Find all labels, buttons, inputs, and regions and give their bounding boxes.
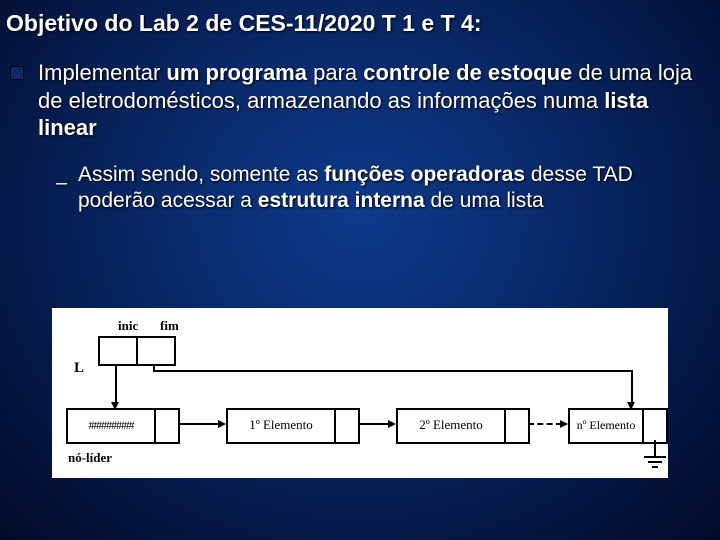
t: controle de estoque — [363, 60, 572, 85]
ground-icon — [644, 456, 666, 458]
label-fim: fim — [160, 318, 179, 334]
t: um programa — [166, 60, 307, 85]
arrow-head-right-icon — [388, 420, 396, 428]
t: Implementar — [38, 60, 166, 85]
node-n-ptr — [644, 410, 666, 442]
label-inic: inic — [118, 318, 138, 334]
leader-data: ######### — [68, 410, 156, 442]
t: para — [307, 60, 363, 85]
node-1-data: 1º Elemento — [228, 410, 336, 442]
arrow-line — [358, 423, 390, 425]
t: funções operadoras — [324, 163, 525, 186]
header-box-inic — [98, 336, 138, 366]
node-leader: ######### — [66, 408, 180, 444]
node-1: 1º Elemento — [226, 408, 360, 444]
square-bullet-icon — [10, 66, 24, 80]
arrow-line — [631, 370, 633, 404]
sub-bullet-text-1: Assim sendo, somente as funções operador… — [78, 162, 700, 215]
dashed-line — [528, 423, 562, 425]
bullet-item-1-sub-1: – Assim sendo, somente as funções operad… — [0, 142, 720, 215]
ground-icon — [648, 461, 662, 463]
arrow-line — [178, 423, 220, 425]
t: de uma lista — [425, 189, 544, 212]
arrow-head-right-icon — [560, 420, 568, 428]
node-n: nº Elemento — [568, 408, 668, 444]
dash-bullet-icon: – — [56, 172, 66, 195]
bullet-item-1: Implementar um programa para controle de… — [0, 37, 720, 142]
node-2-ptr — [506, 410, 528, 442]
node-2: 2º Elemento — [396, 408, 530, 444]
slide-title: Objetivo do Lab 2 de CES-11/2020 T 1 e T… — [0, 0, 720, 37]
t: Assim sendo, somente as — [78, 163, 324, 186]
node-1-ptr — [336, 410, 358, 442]
arrow-line — [654, 440, 656, 456]
arrow-line — [115, 364, 117, 404]
node-2-data: 2º Elemento — [398, 410, 506, 442]
arrow-head-right-icon — [218, 420, 226, 428]
t: estrutura interna — [258, 189, 425, 212]
linked-list-diagram: L inic fim ######### nó-líder 1º Element… — [52, 308, 668, 478]
ground-icon — [652, 466, 658, 468]
node-n-data: nº Elemento — [570, 410, 644, 442]
leader-ptr — [156, 410, 178, 442]
arrow-line — [153, 370, 633, 372]
header-box-fim — [136, 336, 176, 366]
bullet-text-1: Implementar um programa para controle de… — [38, 59, 712, 142]
label-L: L — [74, 360, 84, 377]
label-leader: nó-líder — [68, 450, 112, 466]
